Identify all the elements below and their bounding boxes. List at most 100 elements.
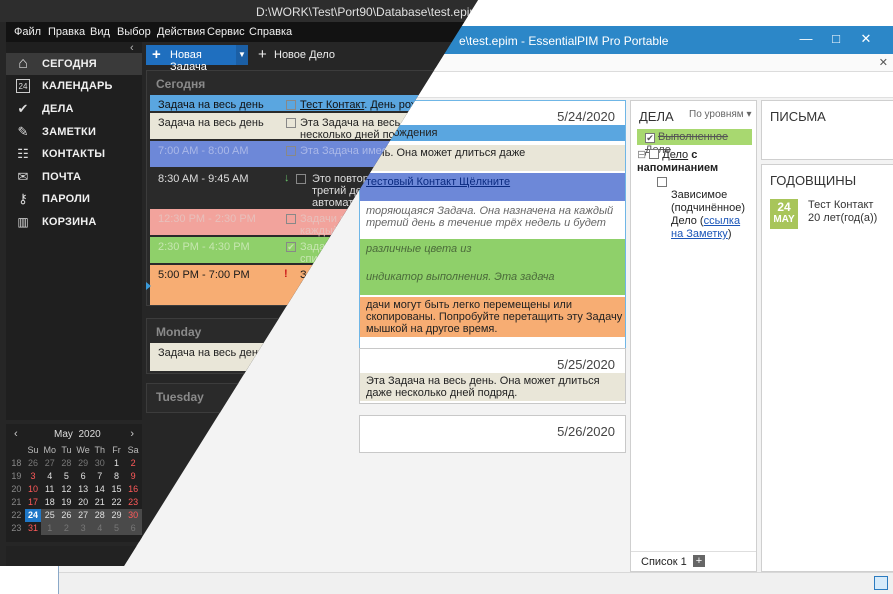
calendar-day[interactable]: 11	[41, 483, 58, 496]
task-item[interactable]: ⊟ Дело с напоминанием	[637, 149, 752, 175]
calendar-day[interactable]: 6	[75, 470, 92, 483]
calendar-day[interactable]: 23	[125, 496, 142, 509]
tasks-filter-dropdown[interactable]: По уровням ▾	[689, 109, 751, 120]
calendar-day[interactable]: 4	[91, 522, 109, 535]
list-item[interactable]: индикатор выполнения. Эта задача	[360, 269, 625, 295]
sidebar-item-contacts[interactable]: ☷ КОНТАКТЫ	[6, 143, 142, 165]
new-task-button[interactable]: + Новая Задача	[146, 45, 236, 73]
task-checkbox[interactable]	[296, 174, 306, 184]
calendar-day[interactable]: 31	[25, 522, 42, 535]
chevron-down-icon[interactable]: ▼	[236, 45, 248, 65]
close-icon[interactable]: ✕	[879, 56, 888, 69]
calendar-day[interactable]: 13	[75, 483, 92, 496]
calendar-day[interactable]: 16	[125, 483, 142, 496]
calendar-day[interactable]: 8	[108, 470, 125, 483]
new-item-button[interactable]: + Новое Дело	[258, 45, 348, 65]
calendar-day[interactable]: 5	[58, 470, 75, 483]
calendar-day[interactable]: 2	[58, 522, 75, 535]
chevron-left-icon[interactable]: ‹	[14, 428, 18, 440]
calendar-day[interactable]: 9	[125, 470, 142, 483]
add-tab-button[interactable]: +	[693, 555, 705, 567]
calendar-day[interactable]: 15	[108, 483, 125, 496]
calendar-day[interactable]: 4	[41, 470, 58, 483]
calendar-day[interactable]: 2	[125, 457, 142, 470]
calendar-day[interactable]: 28	[58, 457, 75, 470]
calendar-day[interactable]: 6	[124, 522, 142, 535]
task-item[interactable]: Зависимое (подчинённое) Дело (ссылка на …	[671, 189, 753, 241]
calendar-day[interactable]: 27	[74, 509, 92, 522]
calendar-day[interactable]: 27	[41, 457, 58, 470]
day-title: Monday	[156, 325, 202, 339]
close-button[interactable]: ✕	[859, 32, 873, 46]
list-item[interactable]: торяющаяся Задача. Она назначена на кажд…	[360, 203, 625, 237]
calendar-day[interactable]: 1	[108, 457, 125, 470]
tree-toggle-icon[interactable]: ⊟	[637, 149, 646, 161]
task-checkbox[interactable]	[286, 214, 296, 224]
calendar-day[interactable]: 28	[91, 509, 109, 522]
sidebar-item-mail[interactable]: ✉ ПОЧТА	[6, 166, 142, 188]
menu-service[interactable]: Сервис	[207, 26, 245, 38]
calendar-day[interactable]: 25	[41, 509, 59, 522]
menu-edit[interactable]: Правка	[48, 26, 85, 38]
list-item[interactable]: тестовый Контакт Щёлкните	[360, 173, 625, 201]
list-item[interactable]: Эта Задача на весь день. Она может длить…	[360, 373, 625, 401]
calendar-day[interactable]: 3	[25, 470, 42, 483]
anniversary-item[interactable]: Тест Контакт 20 лет(год(а))	[808, 199, 877, 225]
menu-help[interactable]: Справка	[249, 26, 292, 38]
task-checkbox[interactable]	[286, 146, 296, 156]
task-time: Задача на весь день	[158, 99, 264, 111]
week-number: 21	[11, 497, 22, 507]
calendar-day[interactable]: 30	[124, 509, 142, 522]
calendar-day[interactable]: 21	[91, 496, 108, 509]
calendar-day[interactable]: 18	[41, 496, 58, 509]
calendar-day[interactable]: 26	[58, 509, 75, 522]
contact-link[interactable]: Тест Контакт	[300, 99, 364, 111]
calendar-day[interactable]: 19	[58, 496, 75, 509]
task-checkbox[interactable]: ✔	[286, 242, 296, 252]
sidebar-item-today[interactable]: ⌂ СЕГОДНЯ	[6, 53, 142, 75]
calendar-day[interactable]: 29	[75, 457, 92, 470]
menu-select[interactable]: Выбор	[117, 26, 151, 38]
calendar-day[interactable]: 12	[58, 483, 75, 496]
calendar-day[interactable]: 20	[75, 496, 92, 509]
calendar-day[interactable]: 26	[25, 457, 42, 470]
anniversary-age: 20 лет(год(а))	[808, 212, 878, 224]
sidebar-item-calendar[interactable]: 24 КАЛЕНДАРЬ	[6, 75, 142, 97]
calendar-day[interactable]: 14	[91, 483, 108, 496]
task-item[interactable]: ✔Выполненное Дело	[637, 129, 752, 156]
monitor-icon[interactable]	[874, 576, 888, 590]
chevron-right-icon[interactable]: ›	[130, 428, 134, 440]
list-item[interactable]: ния рождения	[360, 125, 625, 141]
task-checkbox[interactable]	[286, 100, 296, 110]
calendar-day[interactable]: 7	[91, 470, 108, 483]
maximize-button[interactable]: □	[829, 32, 843, 46]
task-checkbox[interactable]	[657, 177, 667, 187]
calendar-day[interactable]: 1	[41, 522, 59, 535]
calendar-day[interactable]: 22	[108, 496, 125, 509]
menu-view[interactable]: Вид	[90, 26, 110, 38]
task-link[interactable]: тестовый Контакт Щёлкните	[366, 176, 510, 188]
calendar-day[interactable]: 29	[108, 509, 125, 522]
menu-file[interactable]: Файл	[14, 26, 41, 38]
task-checkbox[interactable]: ✔	[645, 133, 655, 143]
calendar-day[interactable]: 3	[74, 522, 92, 535]
sidebar-item-tasks[interactable]: ✔ ДЕЛА	[6, 98, 142, 120]
calendar-day[interactable]: 5	[108, 522, 125, 535]
calendar-day[interactable]: 10	[25, 483, 42, 496]
task-checkbox[interactable]	[286, 118, 296, 128]
sidebar-item-passwords[interactable]: ⚷ ПАРОЛИ	[6, 188, 142, 210]
list-item[interactable]: различные цвета из	[360, 239, 625, 269]
sidebar-item-trash[interactable]: ▥ КОРЗИНА	[6, 211, 142, 233]
list-item[interactable]: дачи могут быть легко перемещены или ско…	[360, 297, 625, 337]
calendar-day[interactable]: 17	[25, 496, 42, 509]
task-checkbox[interactable]	[649, 149, 660, 159]
sidebar-item-notes[interactable]: ✎ ЗАМЕТКИ	[6, 121, 142, 143]
minimize-button[interactable]: —	[799, 32, 813, 46]
calendar-day[interactable]: 30	[91, 457, 108, 470]
task-link[interactable]: Дело	[662, 149, 688, 161]
calendar-day[interactable]: 24	[24, 509, 42, 522]
list-item[interactable]: день. Она может длиться даже	[360, 145, 625, 171]
tab-list-1[interactable]: Список 1	[641, 556, 687, 568]
day-date: 5/25/2020	[557, 357, 615, 372]
menu-actions[interactable]: Действия	[157, 26, 205, 38]
